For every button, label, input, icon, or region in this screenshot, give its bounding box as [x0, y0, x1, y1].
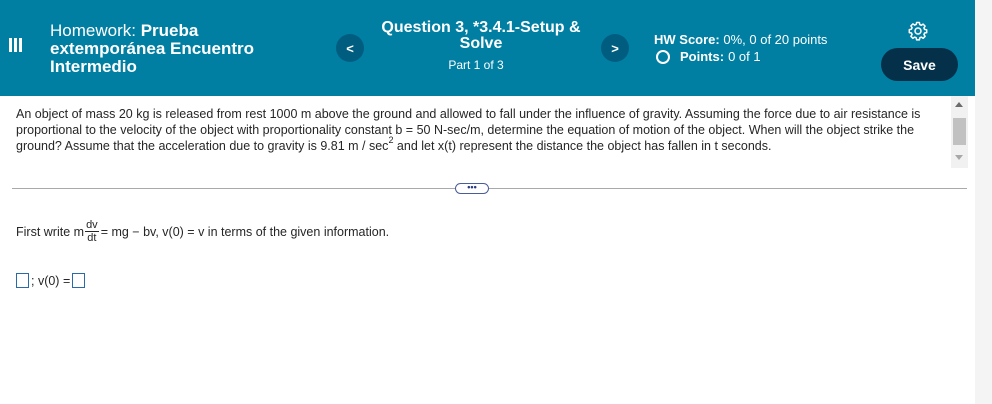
hw-score: HW Score: 0%, 0 of 20 points	[654, 32, 827, 47]
homework-title: Homework: Prueba extemporánea Encuentro …	[50, 22, 310, 76]
fraction-numerator: dv	[85, 219, 99, 232]
section-divider	[12, 188, 967, 189]
part-indicator: Part 1 of 3	[448, 58, 504, 72]
scroll-up-arrow-icon[interactable]	[955, 102, 963, 107]
scrollbar-thumb[interactable]	[953, 118, 966, 145]
hw-score-label: HW Score:	[654, 32, 720, 47]
instruction-suffix: = mg − bv, v(0) = v in terms of the give…	[100, 224, 390, 239]
answer-separator: ; v(0) =	[31, 273, 71, 288]
problem-exponent: 2	[388, 134, 394, 145]
menu-icon[interactable]	[8, 36, 22, 54]
instruction-prefix: First write m	[16, 224, 85, 239]
equation-answer-input[interactable]	[16, 273, 29, 288]
page-scrollbar[interactable]	[975, 0, 992, 404]
homework-prefix: Homework:	[50, 21, 136, 40]
points-value: 0 of 1	[728, 49, 761, 64]
step-instruction: First write m dv dt = mg − bv, v(0) = v …	[16, 219, 389, 244]
save-button[interactable]: Save	[881, 48, 958, 81]
previous-question-button[interactable]: <	[336, 34, 364, 62]
question-title: Question 3, *3.4.1-Setup & Solve	[381, 19, 581, 52]
circle-icon	[656, 49, 670, 64]
answer-row: ; v(0) =	[16, 273, 86, 288]
assignment-header: Homework: Prueba extemporánea Encuentro …	[0, 0, 975, 96]
points-label: Points:	[680, 49, 725, 64]
homework-name-first: Prueba	[140, 21, 199, 40]
gear-icon[interactable]	[908, 21, 928, 41]
problem-text-end: and let x(t) represent the distance the …	[393, 139, 772, 153]
scroll-down-arrow-icon[interactable]	[955, 155, 963, 160]
homework-name-rest: extemporánea Encuentro Intermedio	[50, 39, 255, 76]
dv-dt-fraction: dv dt	[85, 219, 99, 244]
problem-statement: An object of mass 20 kg is released from…	[16, 106, 946, 154]
points-display: Points: 0 of 1	[656, 49, 761, 64]
hw-score-value: 0%, 0 of 20 points	[723, 32, 828, 47]
initial-condition-input[interactable]	[72, 273, 86, 288]
expand-ellipsis-button[interactable]: •••	[455, 183, 489, 194]
fraction-denominator: dt	[87, 232, 97, 244]
next-question-button[interactable]: >	[601, 34, 629, 62]
